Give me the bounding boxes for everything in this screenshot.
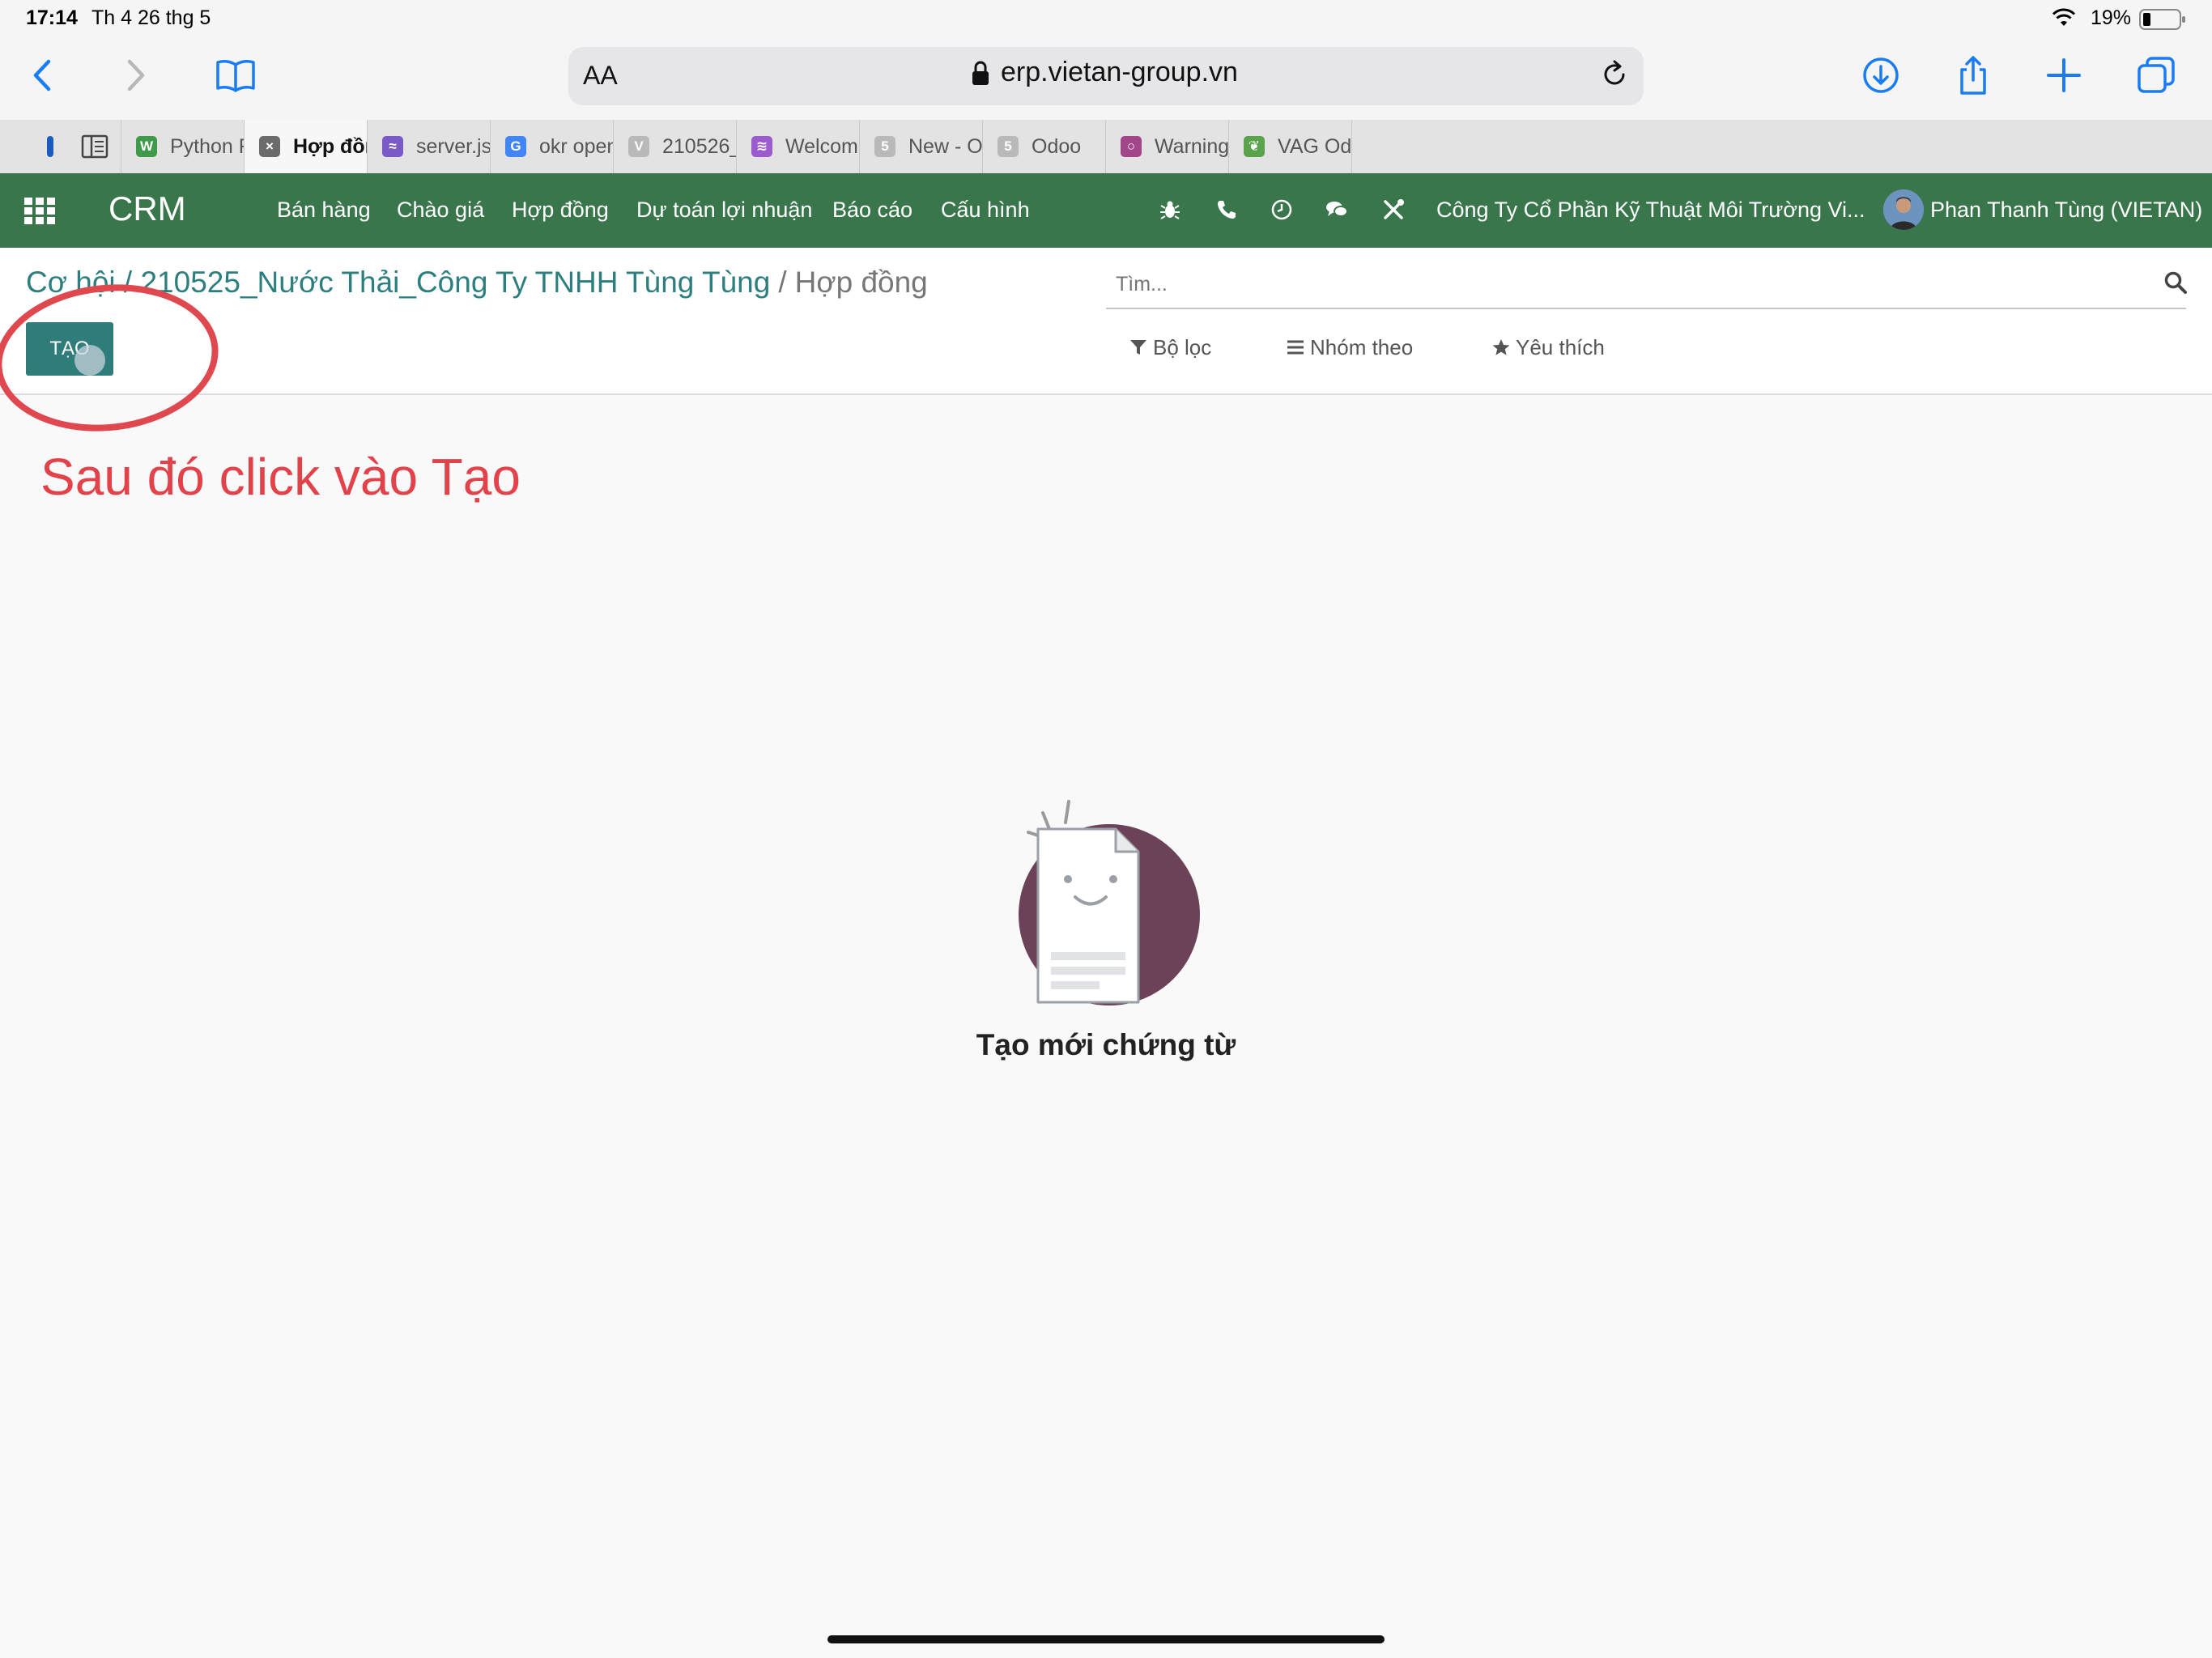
tab-strip: W Python Req × Hợp đồng -... ≈ server.js – fa… bbox=[0, 120, 2212, 174]
tab-favicon-icon: ≈ bbox=[382, 136, 403, 157]
menu-du-toan-loi-nhuan[interactable]: Dự toán lợi nhuận bbox=[636, 198, 812, 223]
tab-label: Odoo bbox=[1032, 135, 1082, 158]
status-date: Th 4 26 thg 5 bbox=[91, 6, 211, 29]
browser-tab[interactable]: ○ Warning whil... bbox=[1106, 120, 1229, 173]
tab-favicon-icon: × bbox=[259, 136, 280, 157]
empty-document-illustration bbox=[1004, 800, 1214, 1020]
download-icon[interactable] bbox=[1859, 53, 1903, 97]
browser-tab[interactable]: V 210526_13_... bbox=[614, 120, 737, 173]
wifi-icon bbox=[2052, 8, 2076, 26]
tab-overview-icon[interactable] bbox=[2134, 53, 2178, 97]
group-by-bars-icon bbox=[1287, 340, 1304, 355]
odoo-navbar: CRM Bán hàng Chào giá Hợp đồng Dự toán l… bbox=[0, 173, 2212, 248]
filter-icon bbox=[1130, 340, 1146, 355]
app-name[interactable]: CRM bbox=[108, 189, 186, 228]
tab-favicon-icon: ○ bbox=[1121, 136, 1142, 157]
tab-favicon-icon: ❦ bbox=[1244, 136, 1265, 157]
reader-options-button[interactable]: AA bbox=[583, 61, 618, 91]
user-name[interactable]: Phan Thanh Tùng (VIETAN) bbox=[1930, 198, 2202, 223]
control-panel: Cơ hội / 210525_Nước Thải_Công Ty TNHH T… bbox=[0, 248, 2212, 395]
menu-cau-hinh[interactable]: Cấu hình bbox=[941, 198, 1030, 223]
tab-sidebar-icon[interactable] bbox=[81, 134, 108, 159]
forward-icon[interactable] bbox=[113, 53, 157, 97]
tab-label: VAG Odoo E... bbox=[1278, 135, 1352, 158]
browser-tab[interactable]: W Python Req bbox=[121, 120, 245, 173]
browser-tab[interactable]: ≋ Welcome to... bbox=[737, 120, 860, 173]
filters-label: Bộ lọc bbox=[1153, 335, 1212, 359]
tab-label: New - Odoo bbox=[908, 135, 983, 158]
partial-tab-favicon bbox=[47, 136, 53, 157]
lock-icon bbox=[972, 61, 989, 85]
url-text: erp.vietan-group.vn bbox=[1001, 57, 1238, 87]
new-tab-icon[interactable] bbox=[2042, 53, 2086, 97]
search-input[interactable] bbox=[1106, 261, 2186, 309]
browser-tab[interactable]: Gokr opensou... bbox=[491, 120, 614, 173]
tab-label: 210526_13_... bbox=[662, 135, 736, 158]
tab-favicon-icon: V bbox=[628, 136, 649, 157]
breadcrumb-current: Hợp đồng bbox=[794, 266, 928, 299]
browser-tab[interactable]: ❦ VAG Odoo E... bbox=[1229, 120, 1352, 173]
group-by-label: Nhóm theo bbox=[1310, 335, 1414, 359]
tab-label: server.js – fa... bbox=[416, 135, 491, 158]
status-bar bbox=[0, 0, 2212, 39]
tab-partial[interactable] bbox=[0, 120, 121, 173]
user-avatar[interactable] bbox=[1883, 189, 1924, 230]
tab-favicon-icon: W bbox=[136, 136, 157, 157]
apps-menu-icon[interactable] bbox=[24, 198, 55, 225]
company-switcher[interactable]: Công Ty Cổ Phần Kỹ Thuật Môi Trường Vi..… bbox=[1436, 198, 1865, 223]
back-icon[interactable] bbox=[21, 53, 65, 97]
search-icon[interactable] bbox=[2163, 270, 2188, 295]
tab-label: okr opensou... bbox=[539, 135, 613, 158]
menu-hop-dong[interactable]: Hợp đồng bbox=[512, 198, 609, 223]
favorites-dropdown[interactable]: Yêu thích bbox=[1491, 335, 1605, 360]
menu-ban-hang[interactable]: Bán hàng bbox=[277, 198, 371, 223]
reload-icon[interactable] bbox=[1600, 60, 1629, 89]
debug-bug-icon[interactable] bbox=[1158, 198, 1182, 222]
home-indicator[interactable] bbox=[827, 1635, 1385, 1643]
browser-tab[interactable]: 5 New - Odoo bbox=[860, 120, 983, 173]
tab-label: Welcome to... bbox=[785, 135, 859, 158]
tab-label: Python Req bbox=[170, 135, 244, 158]
tab-favicon-icon: 5 bbox=[874, 136, 895, 157]
activity-clock-icon[interactable] bbox=[1270, 198, 1294, 222]
status-time: 17:14 bbox=[26, 6, 78, 29]
phone-icon[interactable] bbox=[1214, 198, 1239, 222]
battery-icon bbox=[2139, 9, 2185, 30]
tab-favicon-icon: 5 bbox=[998, 136, 1019, 157]
breadcrumb-separator: / bbox=[778, 266, 787, 299]
tab-favicon-icon: ≋ bbox=[751, 136, 772, 157]
browser-toolbar: AA erp.vietan-group.vn bbox=[0, 39, 2212, 120]
favorites-label: Yêu thích bbox=[1516, 335, 1605, 359]
browser-tab[interactable]: 5 Odoo bbox=[983, 120, 1106, 173]
tab-favicon-icon: G bbox=[505, 136, 526, 157]
browser-tab[interactable]: × Hợp đồng -... bbox=[245, 120, 368, 173]
browser-tab[interactable]: ≈ server.js – fa... bbox=[368, 120, 491, 173]
star-icon bbox=[1492, 339, 1510, 355]
empty-state-title: Tạo mới chứng từ bbox=[976, 1028, 1236, 1061]
tab-label: Warning whil... bbox=[1155, 135, 1229, 158]
tools-icon[interactable] bbox=[1381, 198, 1406, 222]
bookmarks-icon[interactable] bbox=[214, 53, 257, 97]
menu-chao-gia[interactable]: Chào giá bbox=[397, 198, 484, 223]
messages-icon[interactable] bbox=[1325, 198, 1349, 222]
annotation-text: Sau đó click vào Tạo bbox=[40, 448, 521, 506]
filters-dropdown[interactable]: Bộ lọc bbox=[1129, 335, 1211, 360]
share-icon[interactable] bbox=[1951, 53, 1995, 97]
battery-percent: 19% bbox=[2090, 6, 2131, 29]
menu-bao-cao[interactable]: Báo cáo bbox=[832, 198, 912, 223]
tab-label: Hợp đồng -... bbox=[293, 135, 367, 158]
group-by-dropdown[interactable]: Nhóm theo bbox=[1286, 335, 1413, 360]
